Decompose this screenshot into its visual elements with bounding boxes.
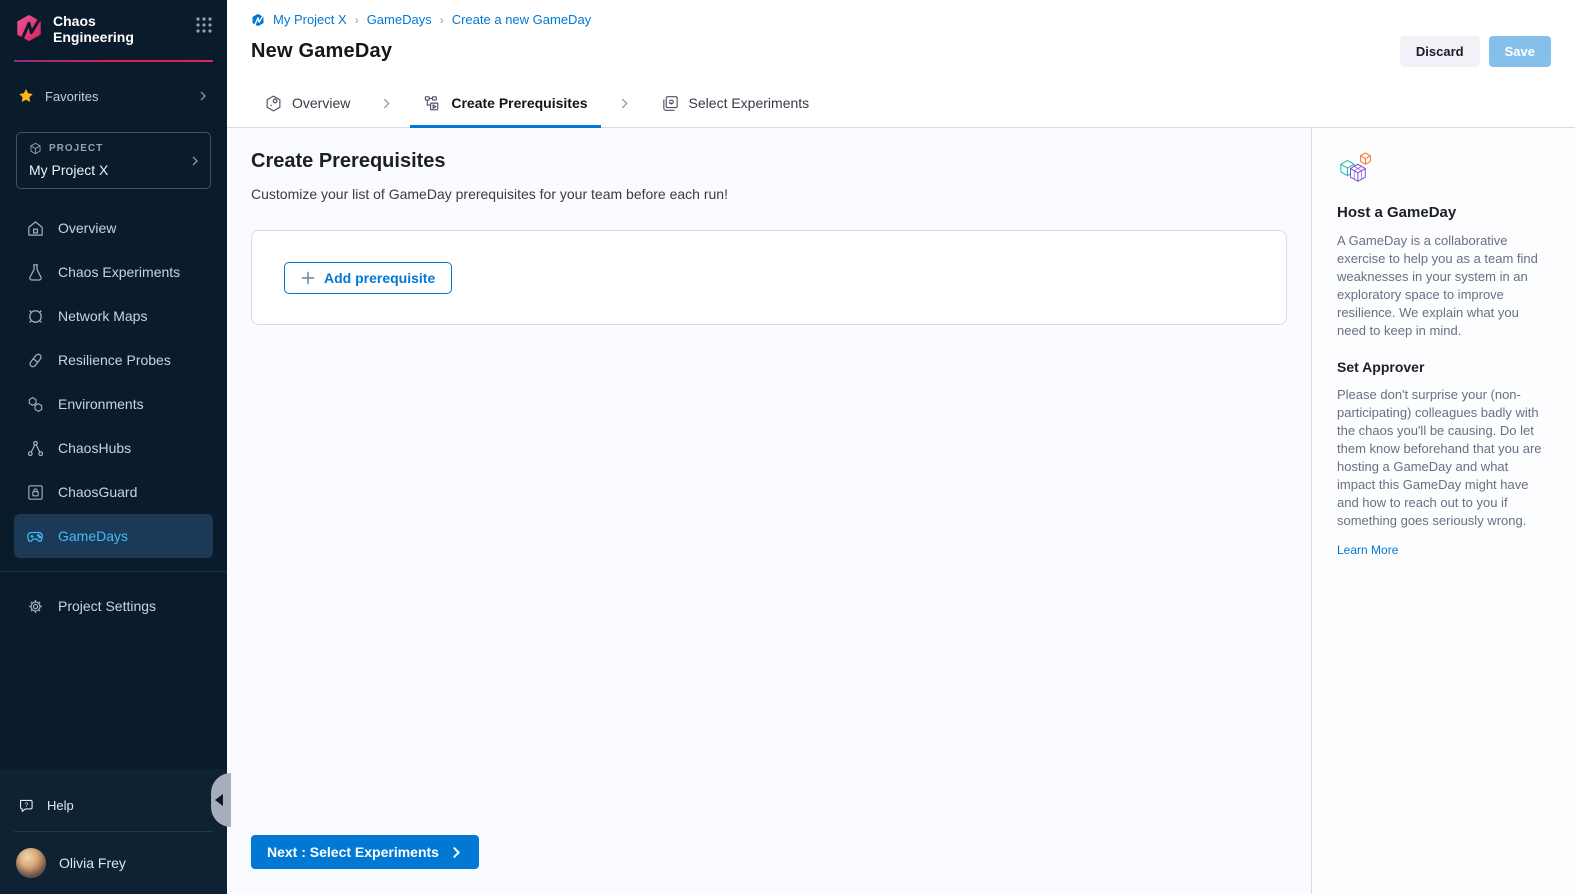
probe-icon [25, 350, 45, 370]
next-button-label: Next : Select Experiments [267, 844, 439, 860]
tab-overview[interactable]: Overview [251, 79, 363, 127]
breadcrumb: My Project X › GameDays › Create a new G… [251, 12, 1551, 27]
main-area: My Project X › GameDays › Create a new G… [227, 0, 1575, 894]
breadcrumb-gamedays[interactable]: GameDays [367, 12, 432, 27]
section-heading: Create Prerequisites [251, 150, 1287, 173]
help-panel-title: Host a GameDay [1337, 204, 1549, 221]
favorites-row[interactable]: Favorites [0, 84, 227, 108]
help-panel-intro: A GameDay is a collaborative exercise to… [1337, 232, 1549, 340]
guard-icon [25, 482, 45, 502]
star-icon [18, 88, 34, 104]
tab-label: Overview [292, 95, 350, 111]
sidebar-item-network-maps[interactable]: Network Maps [14, 294, 213, 338]
chevron-right-icon [601, 79, 648, 127]
breadcrumb-separator: › [355, 13, 359, 27]
sidebar-item-chaoshubs[interactable]: ChaosHubs [14, 426, 213, 470]
project-label: PROJECT [49, 143, 103, 154]
network-map-icon [25, 306, 45, 326]
sidebar-item-label: ChaosHubs [58, 440, 131, 456]
help-label: Help [47, 798, 74, 813]
project-name: My Project X [29, 162, 184, 178]
project-selector[interactable]: PROJECT My Project X [16, 132, 211, 189]
breadcrumb-separator: › [440, 13, 444, 27]
add-prerequisite-button[interactable]: Add prerequisite [284, 262, 452, 294]
chevron-right-icon [450, 846, 463, 859]
tab-select-experiments[interactable]: Select Experiments [648, 79, 823, 127]
help-chat-icon: ? [18, 797, 35, 814]
user-menu[interactable]: Olivia Frey [0, 832, 227, 894]
sidebar-item-label: Resilience Probes [58, 352, 171, 368]
home-icon [25, 218, 45, 238]
hexagon-gear-icon [264, 94, 283, 113]
add-prerequisite-label: Add prerequisite [324, 270, 435, 286]
page-header: My Project X › GameDays › Create a new G… [227, 0, 1575, 79]
sidebar: Chaos Engineering Favorites [0, 0, 227, 894]
gear-icon [25, 596, 45, 616]
flask-icon [25, 262, 45, 282]
flowchart-icon [423, 94, 442, 113]
tab-label: Select Experiments [689, 95, 810, 111]
sidebar-item-chaos-experiments[interactable]: Chaos Experiments [14, 250, 213, 294]
sidebar-item-overview[interactable]: Overview [14, 206, 213, 250]
sidebar-item-resilience-probes[interactable]: Resilience Probes [14, 338, 213, 382]
sidebar-collapse-handle[interactable] [211, 773, 231, 827]
breadcrumb-project[interactable]: My Project X [273, 12, 347, 27]
sidebar-item-gamedays[interactable]: GameDays [14, 514, 213, 558]
hub-icon [25, 438, 45, 458]
favorites-label: Favorites [45, 89, 98, 104]
chevron-right-icon [189, 155, 201, 167]
user-name: Olivia Frey [59, 855, 126, 871]
plus-icon [301, 271, 315, 285]
brand-header: Chaos Engineering [0, 0, 227, 45]
gamepad-icon [25, 526, 45, 546]
save-button[interactable]: Save [1489, 36, 1551, 67]
discard-button[interactable]: Discard [1400, 36, 1480, 67]
wizard-tabs: Overview Create Prerequisites Select Exp… [227, 79, 1575, 128]
content-area: Create Prerequisites Customize your list… [227, 128, 1575, 894]
collapse-arrow-icon [215, 794, 223, 806]
prerequisites-card: Add prerequisite [251, 230, 1287, 325]
sidebar-item-label: Overview [58, 220, 116, 236]
sidebar-item-project-settings[interactable]: Project Settings [14, 584, 213, 628]
help-button[interactable]: ? Help [0, 779, 227, 831]
help-panel-section-title: Set Approver [1337, 359, 1549, 375]
breadcrumb-current[interactable]: Create a new GameDay [452, 12, 591, 27]
page-title: New GameDay [251, 40, 392, 63]
sidebar-item-environments[interactable]: Environments [14, 382, 213, 426]
chevron-right-icon [363, 79, 410, 127]
brand-name: Chaos Engineering [53, 13, 195, 45]
help-panel: Host a GameDay A GameDay is a collaborat… [1311, 128, 1575, 894]
learn-more-link[interactable]: Learn More [1337, 543, 1398, 557]
work-area: Create Prerequisites Customize your list… [227, 128, 1311, 894]
brand-divider [14, 60, 213, 62]
svg-text:?: ? [24, 801, 28, 808]
stacked-cards-icon [661, 94, 680, 113]
tab-create-prerequisites[interactable]: Create Prerequisites [410, 79, 600, 127]
section-subheading: Customize your list of GameDay prerequis… [251, 186, 1287, 202]
sidebar-item-label: GameDays [58, 528, 128, 544]
chaos-engineering-logo-icon [14, 13, 44, 43]
isometric-cubes-icon [1337, 151, 1549, 187]
help-panel-section-body: Please don't surprise your (non-particip… [1337, 386, 1549, 530]
sidebar-item-label: ChaosGuard [58, 484, 137, 500]
environments-icon [25, 394, 45, 414]
chevron-right-icon [197, 90, 209, 102]
sidebar-item-label: Network Maps [58, 308, 147, 324]
avatar [16, 848, 46, 878]
next-select-experiments-button[interactable]: Next : Select Experiments [251, 835, 479, 869]
cube-icon [29, 142, 42, 155]
sidebar-item-chaosguard[interactable]: ChaosGuard [14, 470, 213, 514]
app-grid-icon[interactable] [195, 16, 213, 34]
sidebar-item-label: Project Settings [58, 598, 156, 614]
sidebar-item-label: Chaos Experiments [58, 264, 180, 280]
sidebar-nav: Overview Chaos Experiments Network Maps … [0, 206, 227, 628]
nav-divider [0, 571, 227, 572]
sidebar-item-label: Environments [58, 396, 144, 412]
project-logo-icon [251, 13, 265, 27]
tab-label: Create Prerequisites [451, 95, 587, 111]
sidebar-footer: ? Help Olivia Frey [0, 769, 227, 894]
